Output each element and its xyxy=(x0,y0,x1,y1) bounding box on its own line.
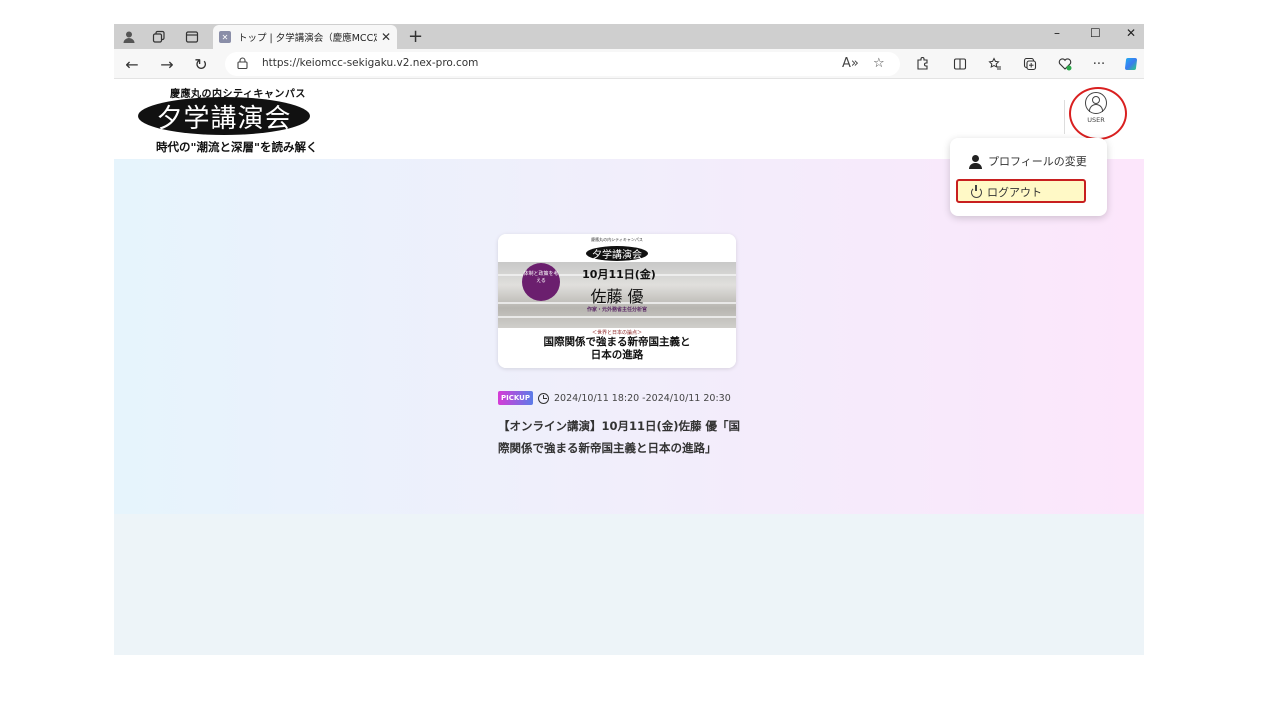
address-bar-row: ← → ↻ https://keiomcc-sekigaku.v2.nex-pr… xyxy=(114,49,1144,79)
tab-strip: ✕ トップ | 夕学講演会（慶應MCC定 ✕ + – ☐ ✕ xyxy=(114,24,1144,49)
health-icon[interactable] xyxy=(1055,54,1075,74)
browser-window: ✕ トップ | 夕学講演会（慶應MCC定 ✕ + – ☐ ✕ ← → ↻ htt… xyxy=(114,24,1144,655)
card-image-title-line2: 日本の進路 xyxy=(590,349,644,361)
card-image-speaker: 佐藤 優 xyxy=(590,287,644,306)
maximize-button[interactable]: ☐ xyxy=(1090,26,1101,40)
refresh-button[interactable]: ↻ xyxy=(191,54,211,74)
back-button[interactable]: ← xyxy=(122,54,142,74)
new-tab-button[interactable]: + xyxy=(408,26,423,47)
more-icon[interactable]: ··· xyxy=(1089,54,1109,74)
lower-section xyxy=(114,514,1144,655)
header-divider xyxy=(1064,100,1065,134)
card-image-role: 作家・元外務省主任分析官 xyxy=(586,307,647,313)
user-dropdown-menu: プロフィールの変更 ログアウト xyxy=(950,138,1107,216)
forward-button[interactable]: → xyxy=(157,54,177,74)
person-icon xyxy=(967,153,984,169)
event-title-link[interactable]: 【オンライン講演】10月11日(金)佐藤 優「国際関係で強まる新帝国主義と日本の… xyxy=(498,415,743,459)
card-image-title-line1: 国際関係で強まる新帝国主義と xyxy=(543,336,691,348)
event-datetime: 2024/10/11 18:20 -2024/10/11 20:30 xyxy=(554,392,731,404)
collections-icon[interactable] xyxy=(1020,54,1040,74)
logo-main-text: 夕学講演会 xyxy=(138,97,310,135)
event-meta: PICKUP 2024/10/11 18:20 -2024/10/11 20:3… xyxy=(498,390,731,406)
site-favicon-icon: ✕ xyxy=(219,31,231,43)
favorite-star-icon[interactable]: ☆ xyxy=(873,56,885,71)
highlight-circle xyxy=(1069,87,1127,140)
read-aloud-icon[interactable]: A» xyxy=(842,56,859,71)
profile-menu-item[interactable]: プロフィールの変更 xyxy=(967,151,1087,171)
favorites-icon[interactable] xyxy=(985,54,1005,74)
clock-icon xyxy=(538,392,549,404)
profile-icon[interactable] xyxy=(120,28,138,46)
workspaces-icon[interactable] xyxy=(150,28,168,46)
url-bar[interactable]: https://keiomcc-sekigaku.v2.nex-pro.com … xyxy=(225,52,900,76)
url-text: https://keiomcc-sekigaku.v2.nex-pro.com xyxy=(262,57,479,69)
card-image-logo: 夕学講演会 xyxy=(586,246,648,261)
extensions-icon[interactable] xyxy=(912,54,932,74)
logo-sub-text: 時代の"潮流と深層"を読み解く xyxy=(156,140,318,154)
tab-close-icon[interactable]: ✕ xyxy=(381,30,391,44)
minimize-button[interactable]: – xyxy=(1054,26,1060,40)
event-card-image[interactable]: 慶應丸の内シティキャンパス 夕学講演会 時代の"潮流と深層"を読み解く 体制と政… xyxy=(498,234,736,368)
card-image-small-text: ＜世界と日本の論点＞ xyxy=(591,330,642,336)
lock-icon xyxy=(237,57,248,69)
tab-title: トップ | 夕学講演会（慶應MCC定 xyxy=(238,33,377,44)
pickup-badge: PICKUP xyxy=(498,391,533,405)
tab-active[interactable]: ✕ トップ | 夕学講演会（慶應MCC定 ✕ xyxy=(213,25,397,49)
card-image-footer: ＜世界と日本の論点＞ 国際関係で強まる新帝国主義と 日本の進路 xyxy=(498,328,736,368)
card-image-header: 慶應丸の内シティキャンパス 夕学講演会 時代の"潮流と深層"を読み解く xyxy=(498,234,736,267)
card-image-top-text: 慶應丸の内シティキャンパス xyxy=(591,237,643,242)
close-window-button[interactable]: ✕ xyxy=(1126,26,1136,40)
logout-menu-label: ログアウト xyxy=(987,186,1042,199)
profile-menu-label: プロフィールの変更 xyxy=(988,155,1087,168)
copilot-icon[interactable] xyxy=(1122,54,1142,74)
logout-menu-item[interactable]: ログアウト xyxy=(971,182,1042,202)
card-image-date: 10月11日(金) xyxy=(582,268,656,281)
tab-actions-icon[interactable] xyxy=(183,28,201,46)
power-icon xyxy=(971,184,982,198)
split-screen-icon[interactable] xyxy=(950,54,970,74)
